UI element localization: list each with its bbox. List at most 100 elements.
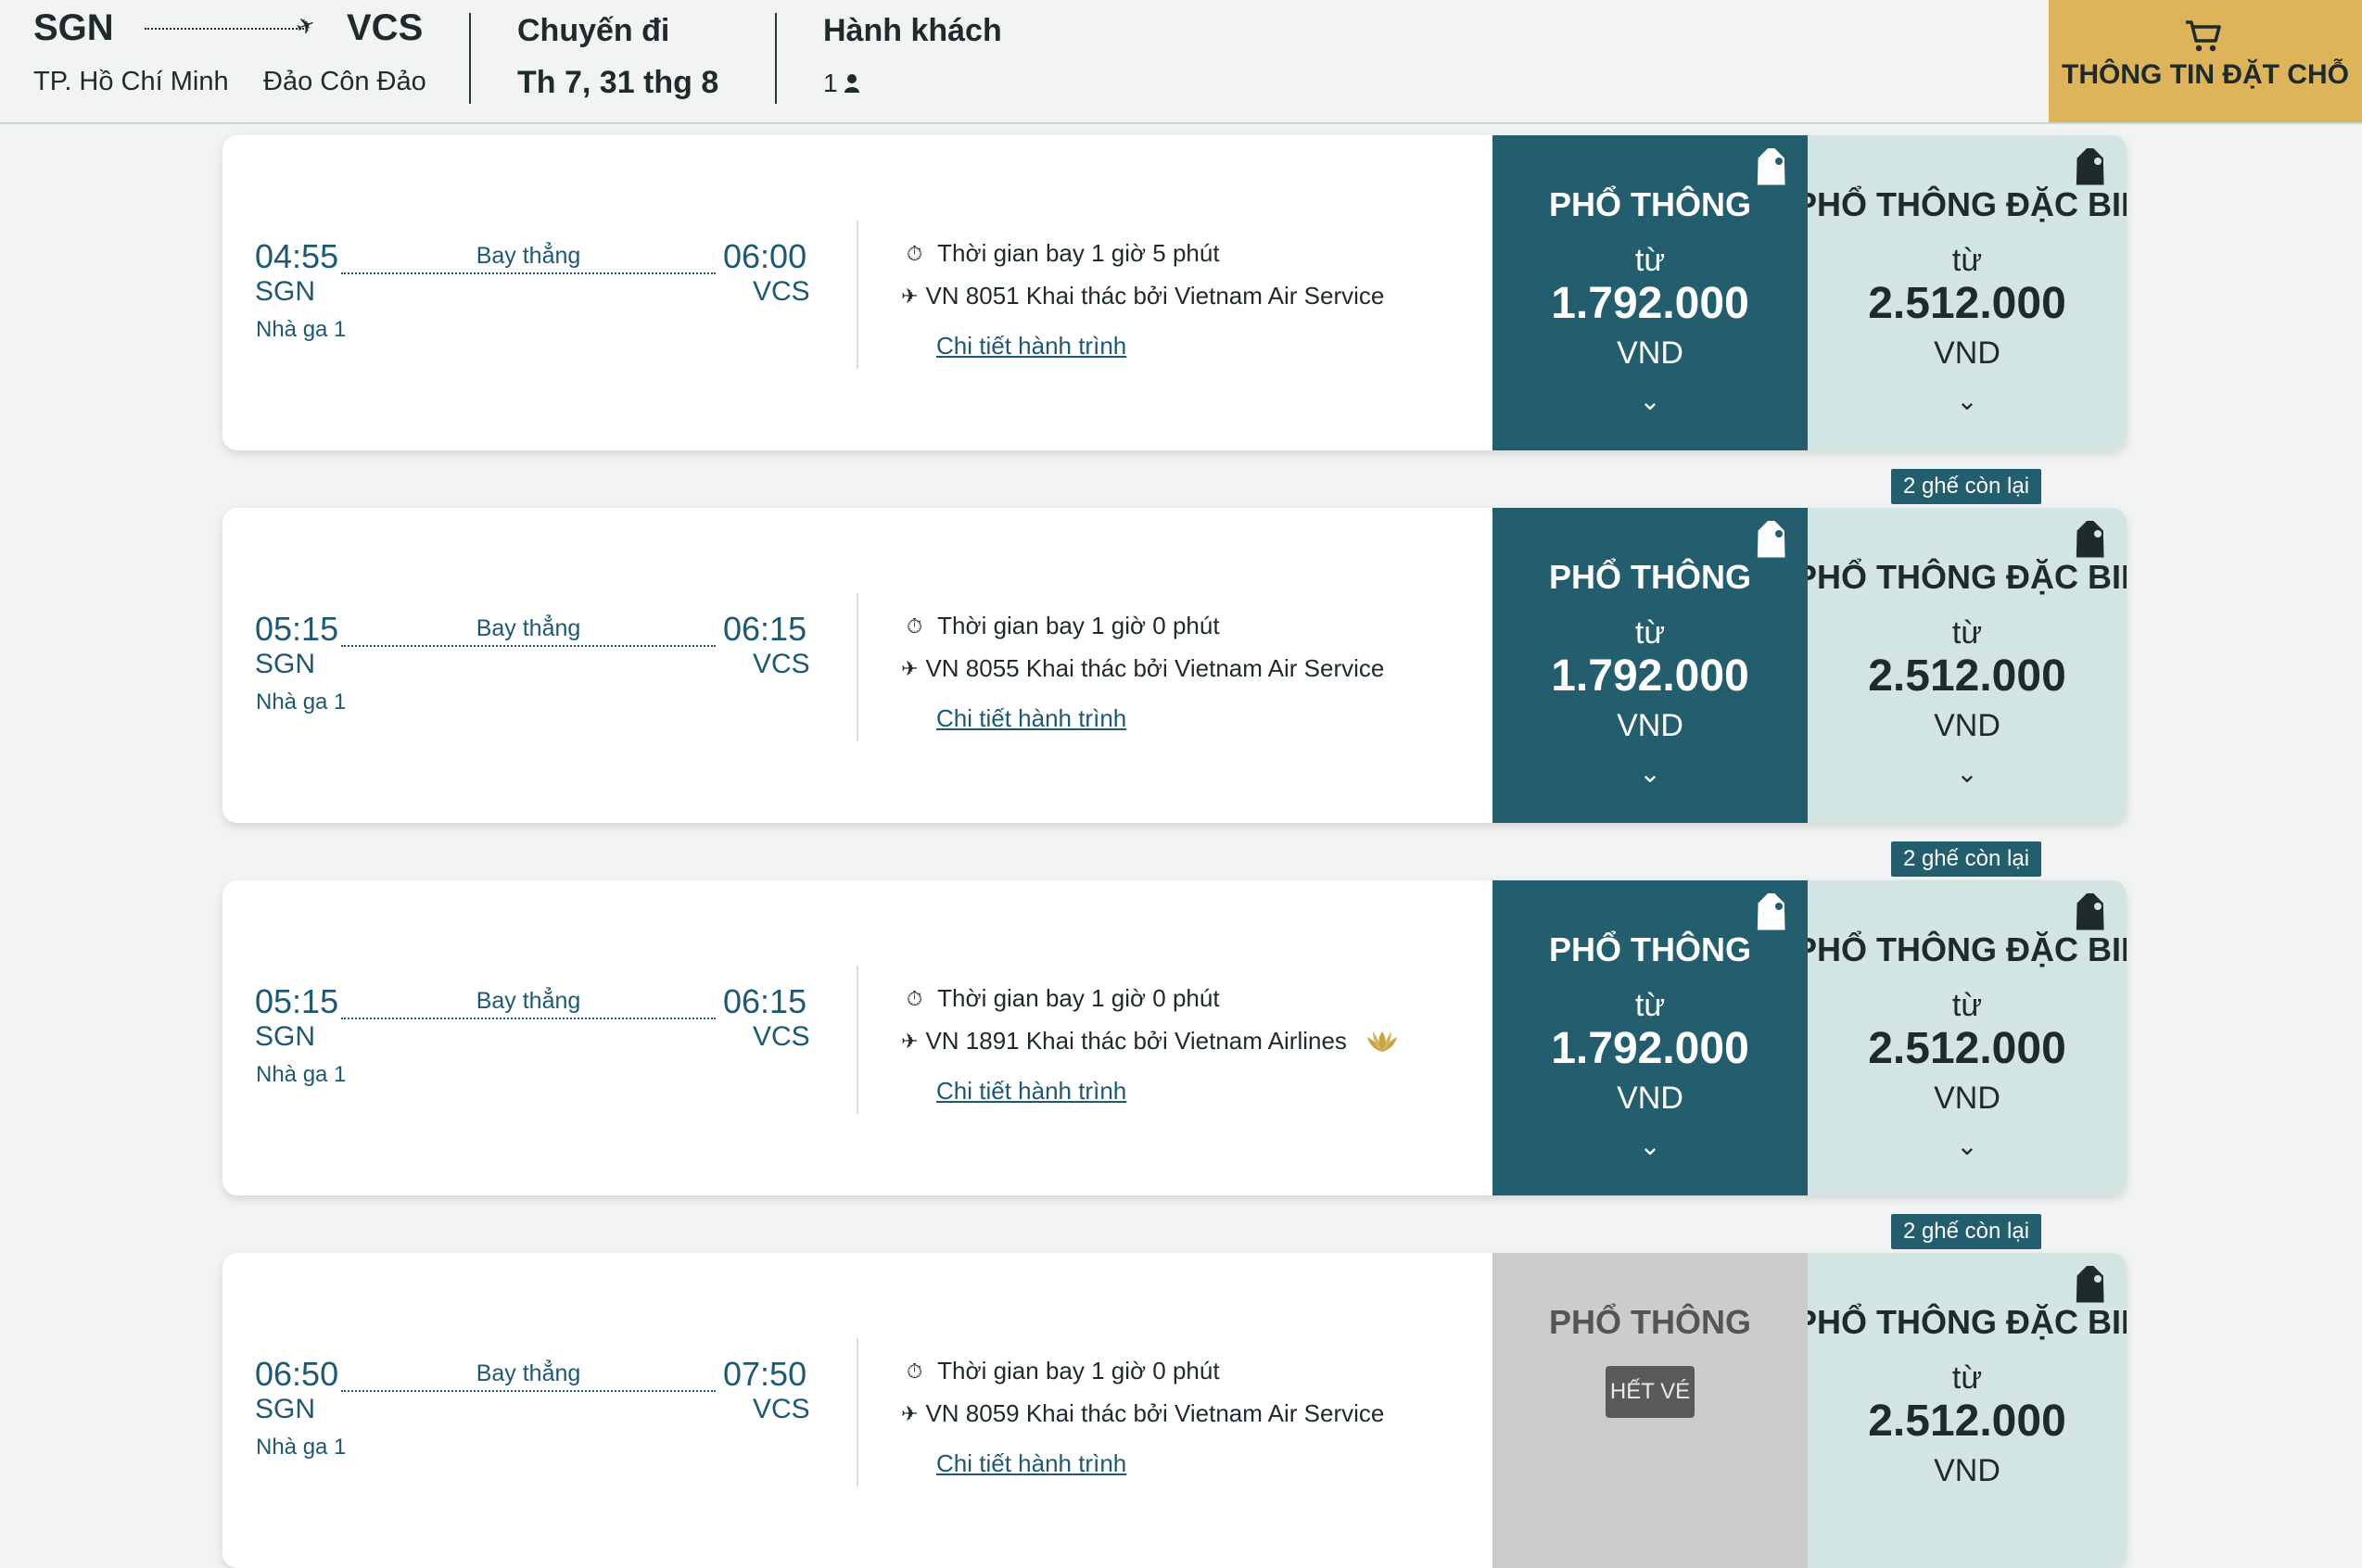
origin-code: SGN bbox=[255, 1394, 316, 1424]
chevron-down-icon: ⌄ bbox=[1639, 1132, 1661, 1160]
premium-economy-fare-button[interactable]: PHỔ THÔNG ĐẶC BIỆT từ 2.512.000 VND bbox=[1808, 1253, 2127, 1568]
fare-price: 2.512.000 bbox=[1868, 651, 2066, 701]
depart-time: 05:15 bbox=[255, 610, 339, 648]
fare-price: 1.792.000 bbox=[1551, 1024, 1749, 1073]
fare-class-title: PHỔ THÔNG ĐẶC BIỆT bbox=[1808, 185, 2127, 223]
fare-price: 1.792.000 bbox=[1551, 651, 1749, 701]
fare-currency: VND bbox=[1934, 1453, 2000, 1488]
duration: ⏱ Thời gian bay 1 giờ 0 phút bbox=[907, 984, 1220, 1013]
fare-price: 1.792.000 bbox=[1551, 279, 1749, 328]
seats-left-badge: 2 ghế còn lại bbox=[1891, 469, 2041, 504]
flight-card[interactable]: 05:15 06:15 Bay thẳng SGN VCS Nhà ga 1 ⏱… bbox=[222, 880, 2127, 1195]
economy-fare-button[interactable]: PHỔ THÔNG từ 1.792.000 VND ⌄ bbox=[1492, 508, 1808, 823]
economy-fare-button[interactable]: PHỔ THÔNG từ 1.792.000 VND ⌄ bbox=[1492, 135, 1808, 450]
flight-info: ✈ VN 1891 Khai thác bởi Vietnam Airlines bbox=[901, 1027, 1401, 1056]
fare-class-title: PHỔ THÔNG bbox=[1548, 558, 1751, 596]
fare-from-label: từ bbox=[1634, 243, 1666, 278]
nonstop-label: Bay thẳng bbox=[476, 243, 581, 269]
header-divider bbox=[775, 13, 777, 104]
booking-info-button[interactable]: THÔNG TIN ĐẶT CHỖ bbox=[2049, 0, 2362, 122]
destination-city: Đảo Côn Đảo bbox=[263, 67, 426, 96]
duration: ⏱ Thời gian bay 1 giờ 5 phút bbox=[907, 239, 1220, 268]
origin-city: TP. Hồ Chí Minh bbox=[33, 67, 229, 96]
itinerary-details-link[interactable]: Chi tiết hành trình bbox=[936, 704, 1126, 733]
duration-text: Thời gian bay 1 giờ 5 phút bbox=[937, 239, 1220, 267]
arrive-time: 06:00 bbox=[723, 237, 807, 275]
fare-class-title: PHỔ THÔNG bbox=[1548, 930, 1751, 968]
fare-class-title: PHỔ THÔNG ĐẶC BIỆT bbox=[1808, 1303, 2127, 1341]
duration-text: Thời gian bay 1 giờ 0 phút bbox=[937, 984, 1220, 1012]
arrive-time: 06:15 bbox=[723, 982, 807, 1020]
search-summary-header: SGN ✈ VCS TP. Hồ Chí Minh Đảo Côn Đảo Ch… bbox=[0, 0, 2362, 124]
premium-economy-fare-button[interactable]: PHỔ THÔNG ĐẶC BIỆT từ 2.512.000 VND ⌄ bbox=[1808, 880, 2127, 1195]
flight-card[interactable]: 04:55 06:00 Bay thẳng SGN VCS Nhà ga 1 ⏱… bbox=[222, 135, 2127, 450]
card-divider bbox=[857, 966, 858, 1114]
route-line bbox=[145, 28, 304, 30]
premium-economy-fare-button[interactable]: PHỔ THÔNG ĐẶC BIỆT từ 2.512.000 VND ⌄ bbox=[1808, 135, 2127, 450]
flight-card[interactable]: 06:50 07:50 Bay thẳng SGN VCS Nhà ga 1 ⏱… bbox=[222, 1253, 2127, 1568]
passenger-count-value: 1 bbox=[823, 69, 838, 97]
itinerary-details-link[interactable]: Chi tiết hành trình bbox=[936, 1077, 1126, 1106]
stopwatch-icon: ⏱ bbox=[907, 613, 923, 638]
seats-left-badge: 2 ghế còn lại bbox=[1891, 1214, 2041, 1249]
flight-card[interactable]: 05:15 06:15 Bay thẳng SGN VCS Nhà ga 1 ⏱… bbox=[222, 508, 2127, 823]
stopwatch-icon: ⏱ bbox=[907, 241, 923, 265]
flight-info: ✈ VN 8055 Khai thác bởi Vietnam Air Serv… bbox=[901, 654, 1384, 683]
itinerary-details-link[interactable]: Chi tiết hành trình bbox=[936, 1449, 1126, 1478]
plane-icon: ✈ bbox=[901, 1029, 919, 1053]
flight-info-text: VN 8059 Khai thác bởi Vietnam Air Servic… bbox=[925, 1399, 1385, 1427]
flight-info: ✈ VN 8051 Khai thác bởi Vietnam Air Serv… bbox=[901, 282, 1384, 310]
destination-code: VCS bbox=[753, 1021, 810, 1052]
economy-fare-button[interactable]: PHỔ THÔNG từ 1.792.000 VND ⌄ bbox=[1492, 880, 1808, 1195]
fare-from-label: từ bbox=[1634, 615, 1666, 651]
terminal: Nhà ga 1 bbox=[256, 689, 347, 714]
chevron-down-icon: ⌄ bbox=[1639, 759, 1661, 788]
fare-currency: VND bbox=[1934, 335, 2000, 371]
header-divider bbox=[469, 13, 471, 104]
fare-currency: VND bbox=[1617, 708, 1683, 743]
plane-icon: ✈ bbox=[292, 11, 320, 42]
fare-class-title: PHỔ THÔNG bbox=[1548, 185, 1751, 223]
duration: ⏱ Thời gian bay 1 giờ 0 phút bbox=[907, 612, 1220, 640]
lotus-logo-icon bbox=[1366, 1031, 1397, 1052]
seats-left-badge: 2 ghế còn lại bbox=[1891, 841, 2041, 877]
cart-icon bbox=[2186, 20, 2221, 52]
nonstop-label: Bay thẳng bbox=[476, 1360, 581, 1386]
depart-time: 04:55 bbox=[255, 237, 339, 275]
flight-info-text: VN 8051 Khai thác bởi Vietnam Air Servic… bbox=[925, 282, 1385, 310]
duration-text: Thời gian bay 1 giờ 0 phút bbox=[937, 612, 1220, 639]
itinerary-details-link[interactable]: Chi tiết hành trình bbox=[936, 332, 1126, 360]
nonstop-label: Bay thẳng bbox=[476, 615, 581, 641]
passenger-count: 1 bbox=[823, 69, 860, 98]
fare-currency: VND bbox=[1617, 335, 1683, 371]
economy-fare-soldout: PHỔ THÔNG HẾT VÉ bbox=[1492, 1253, 1808, 1568]
chevron-down-icon: ⌄ bbox=[1956, 759, 1978, 788]
destination-code: VCS bbox=[347, 7, 424, 48]
route-dash-line bbox=[341, 645, 716, 647]
destination-code: VCS bbox=[753, 649, 810, 679]
origin-code: SGN bbox=[255, 276, 316, 307]
depart-time: 05:15 bbox=[255, 982, 339, 1020]
destination-code: VCS bbox=[753, 1394, 810, 1424]
route-dash-line bbox=[341, 1018, 716, 1019]
flight-info: ✈ VN 8059 Khai thác bởi Vietnam Air Serv… bbox=[901, 1399, 1384, 1428]
card-divider bbox=[857, 593, 858, 741]
route-dash-line bbox=[341, 272, 716, 274]
plane-icon: ✈ bbox=[901, 1401, 919, 1425]
premium-economy-fare-button[interactable]: PHỔ THÔNG ĐẶC BIỆT từ 2.512.000 VND ⌄ bbox=[1808, 508, 2127, 823]
trip-label: Chuyến đi bbox=[517, 13, 670, 48]
fare-from-label: từ bbox=[1634, 988, 1666, 1023]
fare-price: 2.512.000 bbox=[1868, 279, 2066, 328]
stopwatch-icon: ⏱ bbox=[907, 986, 923, 1010]
chevron-down-icon: ⌄ bbox=[1956, 386, 1978, 415]
origin-code: SGN bbox=[255, 1021, 316, 1052]
fare-class-title: PHỔ THÔNG ĐẶC BIỆT bbox=[1808, 930, 2127, 968]
origin-code: SGN bbox=[255, 649, 316, 679]
chevron-down-icon: ⌄ bbox=[1639, 386, 1661, 415]
arrive-time: 07:50 bbox=[723, 1355, 807, 1393]
duration-text: Thời gian bay 1 giờ 0 phút bbox=[937, 1357, 1220, 1385]
terminal: Nhà ga 1 bbox=[256, 1435, 347, 1460]
fare-from-label: từ bbox=[1951, 243, 1983, 278]
fare-from-label: từ bbox=[1951, 615, 1983, 651]
booking-info-label: THÔNG TIN ĐẶT CHỖ bbox=[2062, 59, 2349, 90]
